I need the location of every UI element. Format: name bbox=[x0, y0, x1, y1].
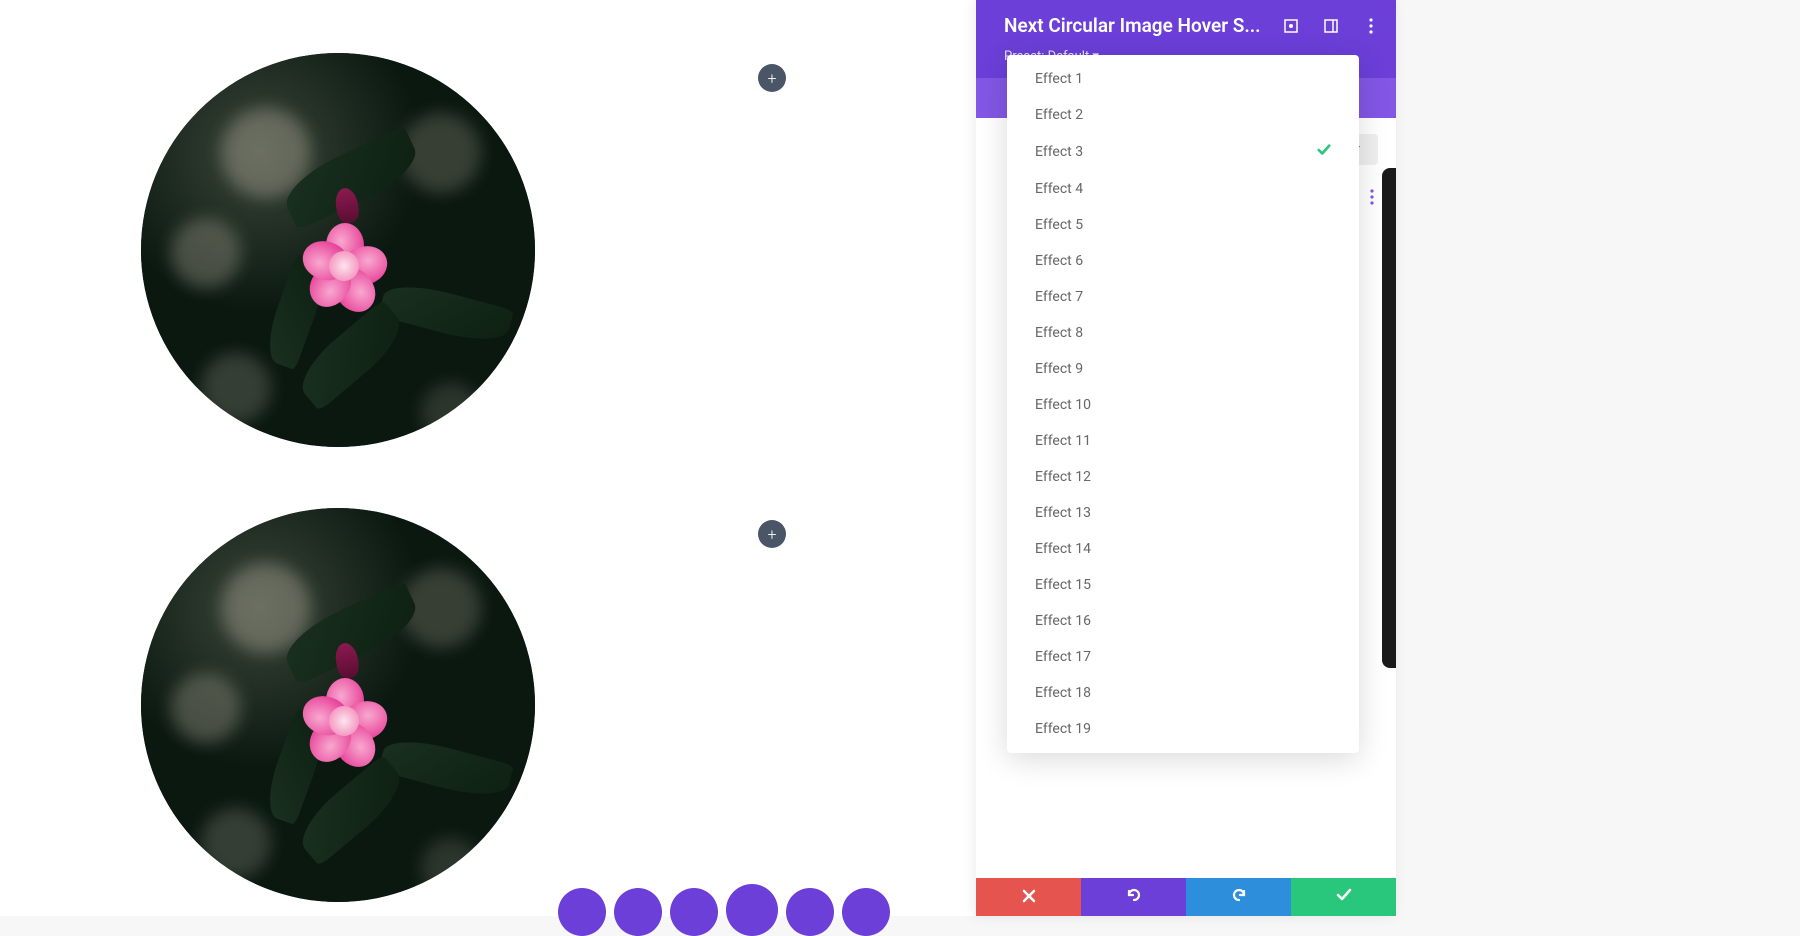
effect-option[interactable]: Effect 8 bbox=[1007, 315, 1359, 351]
effect-option[interactable]: Effect 13 bbox=[1007, 495, 1359, 531]
panel-title: Next Circular Image Hover S... bbox=[1004, 14, 1270, 37]
flower-image-1 bbox=[141, 53, 535, 447]
effect-option[interactable]: Effect 11 bbox=[1007, 423, 1359, 459]
close-icon bbox=[1022, 888, 1036, 907]
editor-canvas[interactable]: + + bbox=[0, 0, 976, 916]
builder-toolbar bbox=[558, 888, 890, 936]
effect-option[interactable]: Effect 16 bbox=[1007, 603, 1359, 639]
effect-option-label: Effect 2 bbox=[1035, 107, 1083, 123]
check-icon bbox=[1336, 887, 1352, 907]
effect-option-label: Effect 1 bbox=[1035, 71, 1083, 87]
toolbar-button[interactable] bbox=[786, 888, 834, 936]
more-icon[interactable] bbox=[1362, 17, 1380, 35]
effect-option[interactable]: Effect 17 bbox=[1007, 639, 1359, 675]
effect-option-label: Effect 13 bbox=[1035, 505, 1091, 521]
effect-option[interactable]: Effect 3 bbox=[1007, 133, 1359, 171]
selected-check-icon bbox=[1317, 143, 1331, 161]
redo-button[interactable] bbox=[1186, 878, 1291, 916]
effect-option-label: Effect 9 bbox=[1035, 361, 1083, 377]
effect-option[interactable]: Effect 15 bbox=[1007, 567, 1359, 603]
effect-option[interactable]: Effect 6 bbox=[1007, 243, 1359, 279]
effect-option-label: Effect 11 bbox=[1035, 433, 1091, 449]
panel-header-actions bbox=[1282, 17, 1380, 35]
toolbar-button[interactable] bbox=[558, 888, 606, 936]
effect-option[interactable]: Effect 12 bbox=[1007, 459, 1359, 495]
effect-option-label: Effect 4 bbox=[1035, 181, 1083, 197]
plus-icon: + bbox=[767, 69, 776, 88]
effect-option[interactable]: Effect 2 bbox=[1007, 97, 1359, 133]
effect-option-label: Effect 3 bbox=[1035, 144, 1083, 160]
panel-footer bbox=[976, 878, 1396, 916]
effect-option-label: Effect 12 bbox=[1035, 469, 1091, 485]
toolbar-button[interactable] bbox=[842, 888, 890, 936]
effect-option-label: Effect 14 bbox=[1035, 541, 1091, 557]
toolbar-button[interactable] bbox=[670, 888, 718, 936]
effect-option-label: Effect 17 bbox=[1035, 649, 1091, 665]
effect-option[interactable]: Effect 7 bbox=[1007, 279, 1359, 315]
flower-image-2 bbox=[141, 508, 535, 902]
dock-icon[interactable] bbox=[1322, 17, 1340, 35]
effect-option-label: Effect 15 bbox=[1035, 577, 1091, 593]
effect-option-label: Effect 5 bbox=[1035, 217, 1083, 233]
effect-option[interactable]: Effect 9 bbox=[1007, 351, 1359, 387]
toolbar-button-main[interactable] bbox=[726, 884, 778, 936]
effect-option-label: Effect 19 bbox=[1035, 721, 1091, 737]
effect-option-label: Effect 18 bbox=[1035, 685, 1091, 701]
undo-button[interactable] bbox=[1081, 878, 1186, 916]
effect-dropdown[interactable]: Effect 1 Effect 2 Effect 3 Effect 4 Effect 5… bbox=[1007, 55, 1359, 753]
cancel-button[interactable] bbox=[976, 878, 1081, 916]
save-button[interactable] bbox=[1291, 878, 1396, 916]
effect-option-label: Effect 6 bbox=[1035, 253, 1083, 269]
effect-option-label: Effect 8 bbox=[1035, 325, 1083, 341]
options-menu-icon[interactable] bbox=[1360, 185, 1384, 209]
effect-option[interactable]: Effect 4 bbox=[1007, 171, 1359, 207]
expand-icon[interactable] bbox=[1282, 17, 1300, 35]
effect-option[interactable]: Effect 10 bbox=[1007, 387, 1359, 423]
preview-background-shape bbox=[1382, 168, 1396, 668]
effect-option[interactable]: Effect 5 bbox=[1007, 207, 1359, 243]
circular-image-module-2[interactable] bbox=[141, 508, 535, 902]
circular-image-module-1[interactable] bbox=[141, 53, 535, 447]
effect-option-label: Effect 10 bbox=[1035, 397, 1091, 413]
effect-option[interactable]: Effect 14 bbox=[1007, 531, 1359, 567]
toolbar-button[interactable] bbox=[614, 888, 662, 936]
panel-header: Next Circular Image Hover S... bbox=[976, 0, 1396, 49]
effect-option[interactable]: Effect 1 bbox=[1007, 61, 1359, 97]
undo-icon bbox=[1125, 886, 1143, 908]
effect-option[interactable]: Effect 19 bbox=[1007, 711, 1359, 747]
effect-option-label: Effect 7 bbox=[1035, 289, 1083, 305]
effect-option[interactable]: Effect 18 bbox=[1007, 675, 1359, 711]
effect-option-label: Effect 16 bbox=[1035, 613, 1091, 629]
redo-icon bbox=[1230, 886, 1248, 908]
add-module-button-1[interactable]: + bbox=[758, 64, 786, 92]
add-module-button-2[interactable]: + bbox=[758, 520, 786, 548]
plus-icon: + bbox=[767, 525, 776, 544]
